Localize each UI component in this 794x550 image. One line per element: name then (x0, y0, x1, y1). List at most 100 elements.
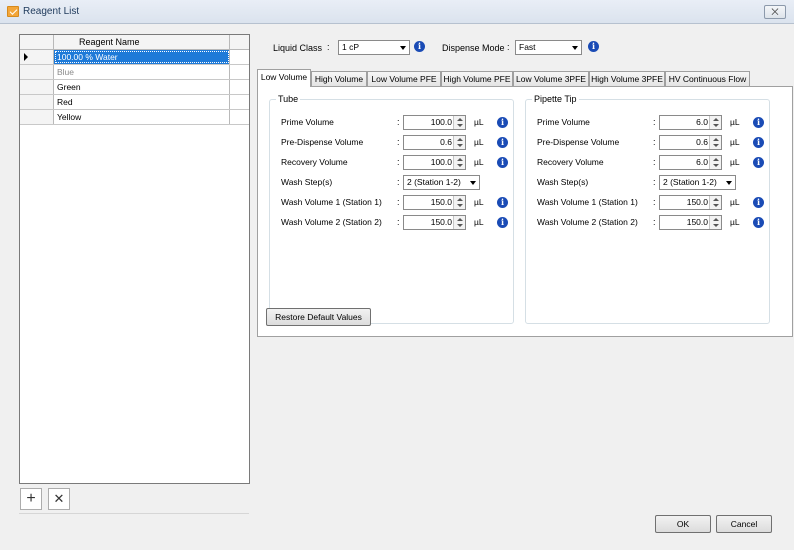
reagent-grid[interactable]: Reagent Name 100.00 % Water Blue Green R… (19, 34, 250, 484)
cancel-button[interactable]: Cancel (716, 515, 772, 533)
pipette-predispense-input[interactable]: 0.6 (659, 135, 722, 150)
field-colon: : (397, 117, 400, 127)
info-icon[interactable]: i (753, 217, 764, 228)
pipette-recovery-value: 6.0 (696, 157, 708, 167)
spin-down-icon (713, 144, 719, 147)
info-icon[interactable]: i (753, 117, 764, 128)
spin-arrows[interactable] (453, 196, 465, 209)
reagent-name-cell[interactable]: Yellow (54, 110, 230, 124)
row-selector[interactable] (20, 80, 54, 94)
spin-up-icon (457, 158, 463, 161)
tab-high-volume-pfe[interactable]: High Volume PFE (441, 71, 513, 86)
pipette-tip-group: Pipette Tip Prime Volume : 6.0 µL i Pre-… (525, 94, 770, 324)
reagent-name-cell[interactable]: Blue (54, 65, 230, 79)
field-colon: : (653, 117, 656, 127)
info-icon[interactable]: i (414, 41, 425, 52)
add-reagent-button[interactable]: + (20, 488, 42, 510)
row-selector[interactable] (20, 65, 54, 79)
tab-hv-continuous-flow[interactable]: HV Continuous Flow (665, 71, 750, 86)
field-colon: : (653, 137, 656, 147)
table-row[interactable]: Blue (20, 65, 249, 80)
tab-high-volume[interactable]: High Volume (311, 71, 367, 86)
spin-up-icon (713, 118, 719, 121)
reagent-name-cell[interactable]: Green (54, 80, 230, 94)
pipette-recovery-input[interactable]: 6.0 (659, 155, 722, 170)
tab-low-volume-pfe[interactable]: Low Volume PFE (367, 71, 441, 86)
pipette-predispense-label: Pre-Dispense Volume (537, 137, 620, 147)
dispense-mode-select[interactable]: Fast (515, 40, 582, 55)
info-icon[interactable]: i (497, 157, 508, 168)
pipette-wash2-label: Wash Volume 2 (Station 2) (537, 217, 638, 227)
pipette-wash2-value: 150.0 (686, 217, 708, 227)
pipette-wash-steps-select[interactable]: 2 (Station 1-2) (659, 175, 736, 190)
field-colon: : (653, 177, 656, 187)
close-button[interactable]: ⨉ (764, 5, 786, 19)
spin-arrows[interactable] (709, 116, 721, 129)
tab-high-volume-3pfe[interactable]: High Volume 3PFE (589, 71, 665, 86)
info-icon[interactable]: i (753, 157, 764, 168)
info-icon[interactable]: i (497, 197, 508, 208)
spin-arrows[interactable] (453, 156, 465, 169)
spin-arrows[interactable] (453, 116, 465, 129)
spin-up-icon (457, 198, 463, 201)
spin-arrows[interactable] (453, 136, 465, 149)
restore-defaults-button[interactable]: Restore Default Values (266, 308, 371, 326)
column-header-reagent-name[interactable]: Reagent Name (54, 35, 230, 50)
field-colon: : (397, 137, 400, 147)
tube-wash-steps-select[interactable]: 2 (Station 1-2) (403, 175, 480, 190)
liquid-class-select[interactable]: 1 cP (338, 40, 410, 55)
spin-arrows[interactable] (709, 216, 721, 229)
field-colon: : (397, 157, 400, 167)
table-row[interactable]: Green (20, 80, 249, 95)
row-selector[interactable] (20, 110, 54, 124)
tab-low-volume-3pfe[interactable]: Low Volume 3PFE (513, 71, 589, 86)
tab-low-volume[interactable]: Low Volume (257, 69, 311, 87)
spin-arrows[interactable] (709, 136, 721, 149)
grid-header: Reagent Name (20, 35, 249, 50)
app-icon (7, 6, 19, 17)
tube-wash2-input[interactable]: 150.0 (403, 215, 466, 230)
table-row[interactable]: Yellow (20, 110, 249, 125)
ok-button[interactable]: OK (655, 515, 711, 533)
tube-prime-label: Prime Volume (281, 117, 334, 127)
reagent-name-cell[interactable]: Red (54, 95, 230, 109)
pipette-prime-value: 6.0 (696, 117, 708, 127)
tube-predispense-unit: µL (474, 137, 484, 147)
chevron-down-icon (572, 46, 578, 50)
pipette-wash2-input[interactable]: 150.0 (659, 215, 722, 230)
dispense-mode-label: Dispense Mode (442, 43, 505, 53)
tube-recovery-value: 100.0 (430, 157, 452, 167)
tube-recovery-input[interactable]: 100.0 (403, 155, 466, 170)
pipette-wash1-input[interactable]: 150.0 (659, 195, 722, 210)
tube-predispense-input[interactable]: 0.6 (403, 135, 466, 150)
spin-arrows[interactable] (709, 156, 721, 169)
spin-arrows[interactable] (453, 216, 465, 229)
tube-prime-input[interactable]: 100.0 (403, 115, 466, 130)
spin-up-icon (457, 218, 463, 221)
info-icon[interactable]: i (588, 41, 599, 52)
tube-predispense-value: 0.6 (440, 137, 452, 147)
table-row[interactable]: 100.00 % Water (20, 50, 249, 65)
field-colon: : (397, 177, 400, 187)
tube-wash1-input[interactable]: 150.0 (403, 195, 466, 210)
info-icon[interactable]: i (497, 117, 508, 128)
table-row[interactable]: Red (20, 95, 249, 110)
field-colon: : (397, 217, 400, 227)
remove-reagent-button[interactable]: ✕ (48, 488, 70, 510)
info-icon[interactable]: i (753, 137, 764, 148)
info-icon[interactable]: i (497, 137, 508, 148)
pipette-predispense-value: 0.6 (696, 137, 708, 147)
spin-up-icon (713, 138, 719, 141)
reagent-name-cell[interactable]: 100.00 % Water (54, 50, 230, 64)
info-icon[interactable]: i (497, 217, 508, 228)
row-selector[interactable] (20, 50, 54, 64)
pipette-prime-label: Prime Volume (537, 117, 590, 127)
pipette-wash2-unit: µL (730, 217, 740, 227)
pipette-prime-input[interactable]: 6.0 (659, 115, 722, 130)
tube-recovery-unit: µL (474, 157, 484, 167)
pipette-tip-group-title: Pipette Tip (532, 94, 579, 104)
grid-header-selector (20, 35, 54, 50)
row-selector[interactable] (20, 95, 54, 109)
spin-arrows[interactable] (709, 196, 721, 209)
info-icon[interactable]: i (753, 197, 764, 208)
